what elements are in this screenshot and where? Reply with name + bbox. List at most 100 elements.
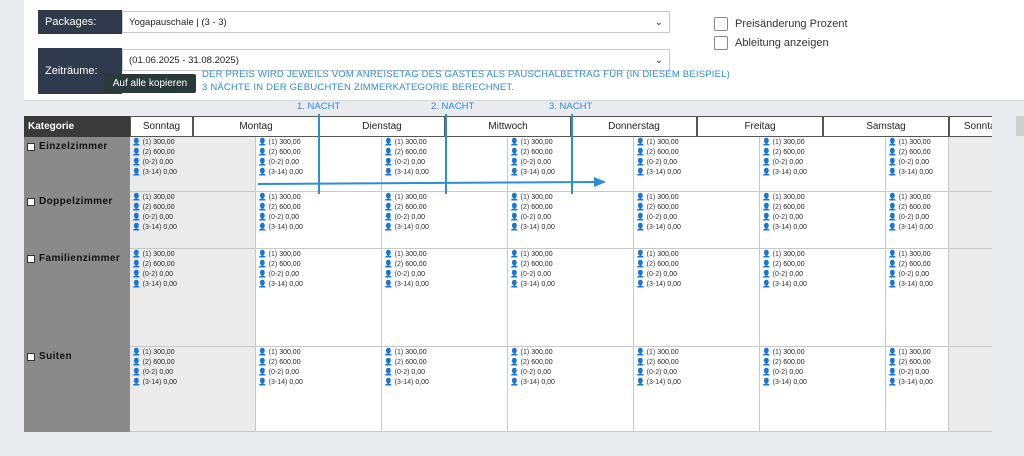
price-grid: Kategorie Sonntag Montag Dienstag Mittwoch D… [24,116,1016,432]
price-value: 0,00 [411,369,426,376]
person-range: (3-14) [520,169,540,176]
price-value: 600,00 [531,359,553,366]
person-icon: 👤 [510,251,519,258]
price-cell[interactable]: 👤 (1) 300,00 👤 (2) 600,00 👤 (0-2) 0,00 👤 (3… [256,137,382,192]
price-line: 👤 (3-14) 0,00 [258,280,381,290]
person-icon: 👤 [510,379,519,386]
person-icon: 👤 [636,261,645,268]
price-cell[interactable]: 👤 (1) 300,00 👤 (2) 600,00 👤 (0-2) 0,00 👤 (3… [886,249,949,347]
price-line: 👤 (0-2) 0,00 [762,368,885,378]
price-cell[interactable]: 👤 (1) 300,00 👤 (2) 600,00 👤 (0-2) 0,00 👤 (3… [634,137,760,192]
price-cell[interactable]: 👤 (1) 300,00 👤 (2) 600,00 👤 (0-2) 0,00 👤 (3… [256,192,382,249]
price-cell[interactable]: 👤 (1) 300,00 👤 (2) 600,00 👤 (0-2) 0,00 👤 (3… [130,137,256,192]
price-cell[interactable]: 👤 (1) 300,00 👤 (2) 600,00 👤 (0-2) 0,00 👤 (3… [508,192,634,249]
copy-to-all-button[interactable]: Auf alle kopieren [104,74,196,93]
person-range: (1) [646,349,656,356]
price-cell[interactable]: 👤 (1) 300,00 👤 (2) 600,00 👤 (0-2) 0,00 👤 (3… [634,192,760,249]
price-line: 👤 (3-14) 0,00 [888,378,948,388]
person-range: (3-14) [520,379,540,386]
person-range: (3-14) [646,169,666,176]
price-line: 👤 (2) 600,00 [258,203,381,213]
checkbox-preisaenderung[interactable]: Preisänderung Prozent [714,17,848,31]
category-name: Doppelzimmer [27,196,113,207]
note-line-2: 3 NÄCHTE IN DER GEBUCHTEN ZIMMERKATEGORI… [202,82,515,93]
person-range: (3-14) [142,281,162,288]
price-value: 300,00 [783,349,805,356]
price-line: 👤 (3-14) 0,00 [510,168,633,178]
price-value: 0,00 [667,379,681,386]
price-line: 👤 (0-2) 0,00 [510,213,633,223]
price-cell[interactable]: 👤 (1) 300,00 👤 (2) 600,00 👤 (0-2) 0,00 👤 (3… [130,192,256,249]
price-cell[interactable]: 👤 (1) 300,00 👤 (2) 600,00 👤 (0-2) 0,00 👤 (3… [130,347,256,432]
price-value: 0,00 [415,169,429,176]
price-cell[interactable]: 👤 (1) 300,00 👤 (2) 600,00 👤 (0-2) 0,00 👤 (3… [760,347,886,432]
category-name: Einzelzimmer [27,141,108,152]
price-value: 600,00 [405,204,427,211]
price-line: 👤 (0-2) 0,00 [762,158,885,168]
category-row-label: Suiten [24,347,130,432]
person-range: (1) [898,349,908,356]
price-cell[interactable]: 👤 (1) 300,00 👤 (2) 600,00 👤 (0-2) 0,00 👤 (3… [634,347,760,432]
person-icon: 👤 [384,271,393,278]
price-line: 👤 (0-2) 0,00 [132,270,255,280]
person-range: (2) [646,359,656,366]
checkbox-ableitung[interactable]: Ableitung anzeigen [714,36,829,50]
price-cell[interactable]: 👤 (1) 300,00 👤 (2) 600,00 👤 (0-2) 0,00 👤 (3… [382,249,508,347]
price-cell[interactable]: 👤 (1) 300,00 👤 (2) 600,00 👤 (0-2) 0,00 👤 (3… [256,249,382,347]
price-line: 👤 (2) 600,00 [636,148,759,158]
price-cell[interactable]: 👤 (1) 300,00 👤 (2) 600,00 👤 (0-2) 0,00 👤 (3… [634,249,760,347]
person-range: (1) [268,251,278,258]
price-cell[interactable]: 👤 (1) 300,00 👤 (2) 600,00 👤 (0-2) 0,00 👤 (3… [760,249,886,347]
person-range: (1) [898,194,908,201]
person-range: (1) [646,251,656,258]
person-icon: 👤 [636,214,645,221]
price-value: 600,00 [783,204,805,211]
person-range: (1) [772,194,782,201]
price-cell[interactable]: 👤 (1) 300,00 👤 (2) 600,00 👤 (0-2) 0,00 👤 (3… [760,137,886,192]
scrollbar[interactable] [1016,116,1024,136]
category-text: Einzelzimmer [39,141,108,152]
person-range: (3-14) [142,379,162,386]
person-icon: 👤 [132,224,141,231]
price-cell[interactable]: 👤 (1) 300,00 👤 (2) 600,00 👤 (0-2) 0,00 👤 (3… [886,192,949,249]
price-cell[interactable]: 👤 (1) 300,00 👤 (2) 600,00 👤 (0-2) 0,00 👤 (3… [382,192,508,249]
price-value: 0,00 [163,379,177,386]
price-cell[interactable]: 👤 (1) 300,00 👤 (2) 600,00 👤 (0-2) 0,00 👤 (3… [760,192,886,249]
checkbox-box[interactable] [714,17,728,31]
person-range: (0-2) [142,369,158,376]
price-cell[interactable]: 👤 (1) 300,00 👤 (2) 600,00 👤 (0-2) 0,00 👤 (3… [508,347,634,432]
category-checkbox[interactable] [27,142,35,151]
price-value: 600,00 [153,261,175,268]
category-checkbox[interactable] [27,254,35,263]
person-range: (2) [268,261,278,268]
checkbox-box[interactable] [714,36,728,50]
person-range: (3-14) [142,169,162,176]
price-cell[interactable]: 👤 (1) 300,00 👤 (2) 600,00 👤 (0-2) 0,00 👤 (3… [508,137,634,192]
price-cell[interactable]: 👤 (1) 300,00 👤 (2) 600,00 👤 (0-2) 0,00 👤 (3… [382,347,508,432]
category-checkbox[interactable] [27,352,35,361]
price-line: 👤 (3-14) 0,00 [384,280,507,290]
price-value: 300,00 [783,251,805,258]
price-line: 👤 (1) 300,00 [384,348,507,358]
price-cell[interactable]: 👤 (1) 300,00 👤 (2) 600,00 👤 (0-2) 0,00 👤 (3… [508,249,634,347]
person-range: (1) [520,251,530,258]
price-line: 👤 (2) 600,00 [888,358,948,368]
price-cell[interactable]: 👤 (1) 300,00 👤 (2) 600,00 👤 (0-2) 0,00 👤 (3… [382,137,508,192]
packages-select[interactable]: Yogapauschale | (3 - 3) ⌄ [122,11,670,33]
price-line: 👤 (1) 300,00 [510,348,633,358]
price-value: 300,00 [279,251,301,258]
price-line: 👤 (0-2) 0,00 [258,213,381,223]
person-icon: 👤 [762,379,771,386]
price-cell[interactable]: 👤 (1) 300,00 👤 (2) 600,00 👤 (0-2) 0,00 👤 (3… [256,347,382,432]
category-checkbox[interactable] [27,197,35,206]
person-range: (0-2) [898,271,914,278]
person-range: (0-2) [394,271,410,278]
price-cell[interactable]: 👤 (1) 300,00 👤 (2) 600,00 👤 (0-2) 0,00 👤 (3… [886,347,949,432]
price-line: 👤 (1) 300,00 [636,250,759,260]
price-cell[interactable]: 👤 (1) 300,00 👤 (2) 600,00 👤 (0-2) 0,00 👤 (3… [130,249,256,347]
price-line: 👤 (0-2) 0,00 [258,158,381,168]
price-cell[interactable]: 👤 (1) 300,00 👤 (2) 600,00 👤 (0-2) 0,00 👤 (3… [886,137,949,192]
price-line: 👤 (2) 600,00 [762,148,885,158]
person-icon: 👤 [510,139,519,146]
person-range: (2) [898,261,908,268]
